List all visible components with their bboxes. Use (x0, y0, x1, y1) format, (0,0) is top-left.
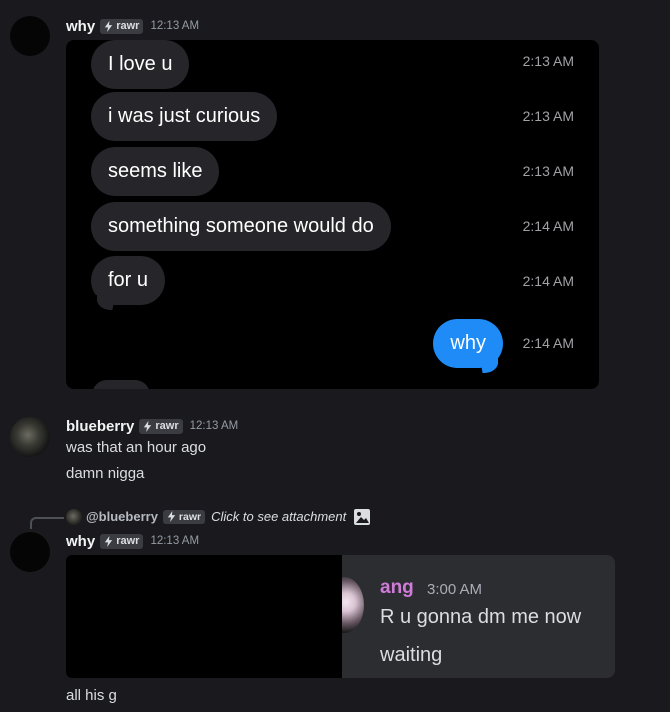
message-bubble: i was just curious (91, 92, 278, 141)
embed-time: 3:00 AM (427, 581, 483, 598)
bubble-time: 2:13 AM (522, 53, 574, 69)
message-bubble: seems like (91, 147, 220, 196)
lightning-icon (105, 20, 113, 32)
avatar[interactable] (10, 532, 50, 572)
server-tag-label: rawr (116, 535, 140, 547)
partial-bubble (92, 380, 150, 389)
server-tag-label: rawr (155, 420, 179, 432)
message-text: damn nigga (66, 465, 145, 482)
server-tag[interactable]: rawr (100, 18, 144, 34)
reply-attachment-text[interactable]: Click to see attachment (211, 509, 346, 524)
server-tag-label: rawr (178, 510, 202, 523)
bubble-text: something someone would do (108, 215, 374, 237)
bubble-time: 2:14 AM (522, 335, 574, 351)
reply-preview[interactable]: @blueberry rawr Click to see attachment (66, 508, 371, 525)
avatar[interactable] (10, 16, 50, 56)
message-header: blueberry rawr 12:13 AM (66, 417, 238, 435)
username[interactable]: why (66, 18, 95, 35)
reply-spine (30, 517, 64, 529)
bubble-text: for u (108, 269, 149, 291)
lightning-icon (167, 511, 176, 522)
attachment-image[interactable]: ang 3:00 AM R u gonna dm me now waiting (342, 555, 615, 678)
reply-mention[interactable]: @blueberry (86, 509, 158, 524)
username[interactable]: why (66, 533, 95, 550)
message-text: was that an hour ago (66, 439, 207, 456)
message-header: why rawr 12:13 AM (66, 532, 199, 550)
message-header: why rawr 12:13 AM (66, 17, 199, 35)
embed-author: ang (380, 577, 414, 598)
bubble-text: i was just curious (108, 105, 261, 127)
message-text: all his g (66, 687, 117, 704)
bubble-text: seems like (108, 160, 203, 182)
message-bubble: something someone would do (91, 202, 391, 251)
bubble-time: 2:13 AM (522, 108, 574, 124)
bubble-text: why (450, 332, 486, 354)
lightning-icon (144, 420, 152, 432)
reply-avatar (66, 508, 82, 525)
message-bubble: for u (82, 256, 166, 311)
message-bubble: I love u (91, 40, 190, 89)
embed-text: waiting (380, 644, 443, 666)
timestamp: 12:13 AM (150, 535, 200, 547)
bubble-time: 2:13 AM (522, 163, 574, 179)
sent-bubble: why (433, 319, 512, 374)
bubble-text: I love u (108, 53, 173, 75)
embed-avatar (342, 577, 364, 633)
attachment-image[interactable]: I love u 2:13 AM i was just curious 2:13… (66, 40, 599, 389)
bubble-time: 2:14 AM (522, 218, 574, 234)
server-tag[interactable]: rawr (100, 533, 144, 549)
server-tag[interactable]: rawr (139, 418, 183, 434)
timestamp: 12:13 AM (150, 20, 200, 32)
embed-text: R u gonna dm me now (380, 606, 582, 628)
username[interactable]: blueberry (66, 418, 134, 435)
attachment-image[interactable] (66, 555, 342, 678)
image-icon (354, 508, 371, 525)
lightning-icon (105, 535, 113, 547)
server-tag-label: rawr (116, 20, 140, 32)
bubble-time: 2:14 AM (522, 273, 574, 289)
server-tag[interactable]: rawr (162, 509, 206, 524)
timestamp: 12:13 AM (189, 420, 239, 432)
avatar[interactable] (10, 417, 50, 457)
